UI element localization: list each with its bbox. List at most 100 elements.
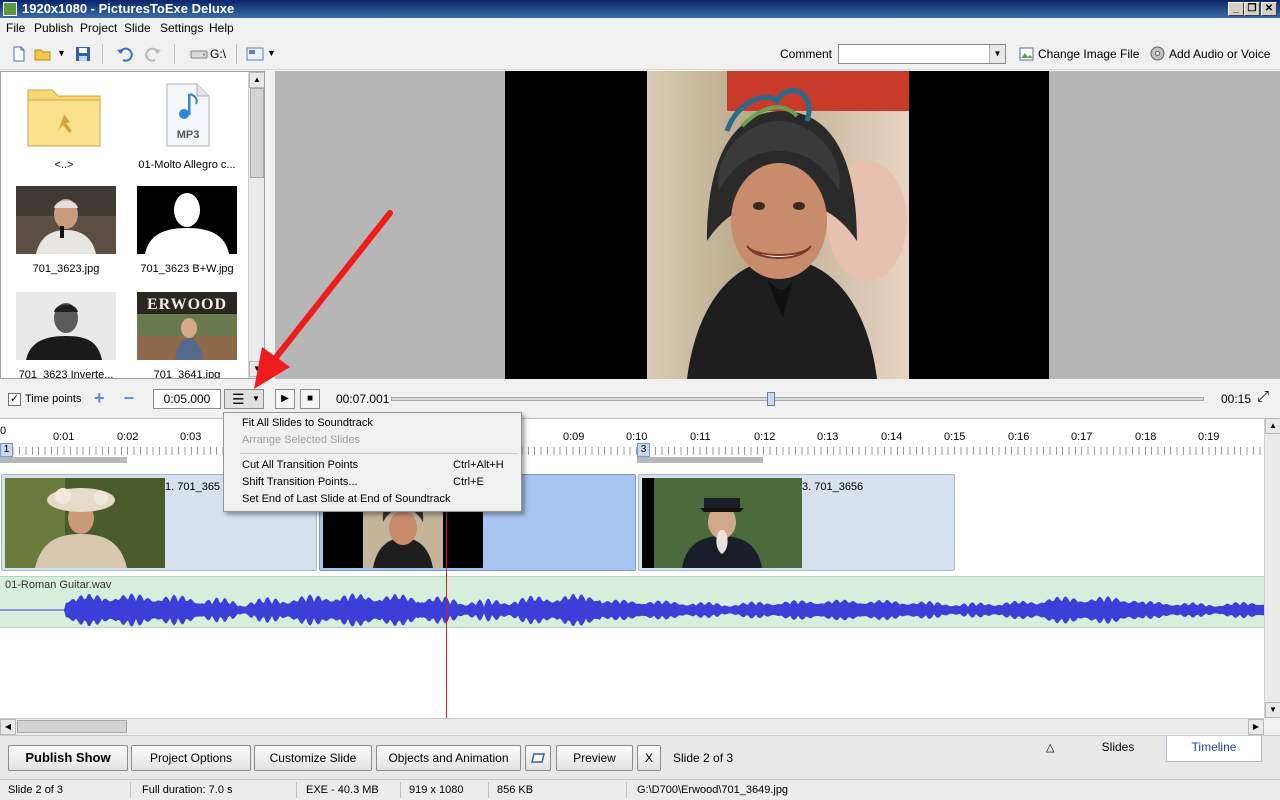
view-mode-dropdown-icon[interactable]: ▼ (267, 48, 276, 58)
menu-project[interactable]: Project (80, 21, 117, 35)
tab-slides[interactable]: Slides (1071, 736, 1165, 762)
slide-marker[interactable]: 1 (0, 443, 13, 457)
ruler-tick: 0:16 (1008, 431, 1030, 443)
preview-canvas (505, 71, 1049, 379)
subtract-time-icon[interactable]: – (124, 387, 134, 408)
position-slider[interactable] (391, 392, 1204, 406)
fullscreen-icon[interactable]: ⤢ (1257, 388, 1269, 405)
scroll-thumb[interactable] (250, 88, 264, 178)
ruler-tick: 0:17 (1071, 431, 1093, 443)
scroll-right-icon[interactable]: ▶ (1248, 719, 1264, 735)
status-slide: Slide 2 of 3 (8, 784, 64, 796)
ruler-tick: 0:12 (754, 431, 776, 443)
timeline-hscrollbar[interactable]: ◀ ▶ (0, 718, 1264, 735)
app-icon (3, 2, 17, 16)
file-item-photo[interactable]: ERWOOD 701_3641.jpg (127, 292, 247, 378)
audio-track[interactable]: 01-Roman Guitar.wav (0, 576, 1264, 628)
slide-thumbnail (5, 478, 165, 568)
restore-button[interactable]: ❐ (1244, 2, 1260, 16)
slider-thumb[interactable] (766, 392, 775, 406)
objects-animation-button[interactable]: Objects and Animation (376, 745, 521, 771)
collapse-arrow-icon[interactable]: △ (1046, 741, 1054, 754)
drive-icon[interactable] (190, 45, 208, 63)
preview-image (647, 71, 909, 379)
ruler-tick: 0:03 (180, 431, 202, 443)
save-icon[interactable] (74, 45, 92, 63)
comment-label: Comment (780, 47, 833, 61)
slide-title: 3. 701_3656 (802, 481, 864, 493)
menu-file[interactable]: File (6, 21, 25, 35)
redo-icon[interactable] (144, 45, 162, 63)
close-preview-button[interactable]: X (637, 745, 661, 771)
status-duration: Full duration: 7.0 s (142, 784, 233, 796)
undo-icon[interactable] (116, 45, 134, 63)
transition-bar (637, 457, 763, 463)
ruler-tick: 0:02 (117, 431, 139, 443)
slide-marker[interactable]: 3 (637, 443, 650, 457)
scroll-down-icon[interactable]: ▼ (1265, 702, 1280, 718)
toolbar: ▼ G:\ ▼ Comment ▼ Change Image File Add … (0, 38, 1280, 70)
drive-label[interactable]: G:\ (210, 47, 226, 61)
add-time-icon[interactable]: + (94, 388, 105, 409)
annotation-arrow (254, 210, 393, 389)
file-item-photo[interactable]: 701_3623.jpg (6, 186, 126, 275)
menu-item-set-end[interactable]: Set End of Last Slide at End of Soundtra… (242, 493, 451, 505)
folder-icon (27, 89, 101, 147)
file-item-label: 701_3623.jpg (32, 263, 100, 275)
open-dropdown-icon[interactable]: ▼ (57, 48, 66, 58)
menu-shortcut: Ctrl+Alt+H (453, 459, 504, 471)
file-item-mp3[interactable]: MP3 01-Molto Allegro c... (127, 80, 247, 171)
slide-3[interactable]: 3. 701_3656 (638, 474, 955, 571)
total-time: 00:15 (1221, 392, 1252, 406)
menu-help[interactable]: Help (209, 21, 234, 35)
menu-item-cut-transitions[interactable]: Cut All Transition Points (242, 459, 358, 471)
menu-item-arrange-slides: Arrange Selected Slides (242, 434, 361, 446)
publish-show-button[interactable]: Publish Show (8, 745, 128, 771)
ruler-tick: 0 (0, 425, 7, 437)
scroll-up-icon[interactable]: ▲ (1265, 418, 1280, 434)
menu-bar: File Publish Project Slide Settings Help (0, 18, 1280, 38)
tab-timeline[interactable]: Timeline (1166, 736, 1262, 762)
comment-combobox[interactable]: ▼ (838, 44, 1006, 64)
open-folder-icon[interactable] (34, 45, 52, 63)
ruler-tick: 0:15 (944, 431, 966, 443)
add-audio-button[interactable]: Add Audio or Voice (1169, 47, 1270, 61)
preview-button[interactable]: Preview (556, 745, 633, 771)
time-points-checkbox[interactable]: ✓ (8, 393, 21, 406)
close-window-button[interactable]: ✕ (1261, 2, 1277, 16)
minimize-button[interactable]: _ (1228, 2, 1244, 16)
status-file-path: G:\D700\Erwood\701_3649.jpg (637, 784, 789, 796)
menu-settings[interactable]: Settings (160, 21, 203, 35)
mp3-file-icon: MP3 (166, 83, 210, 147)
customize-slide-button[interactable]: Customize Slide (254, 745, 372, 771)
file-item-photo[interactable]: 701_3623 B+W.jpg (127, 186, 247, 275)
chevron-down-icon[interactable]: ▼ (989, 45, 1005, 63)
new-file-icon[interactable] (10, 45, 28, 63)
ruler-tick: 0:11 (690, 431, 711, 443)
photo-thumbnail (137, 186, 237, 254)
photo-thumbnail (16, 186, 116, 254)
menu-publish[interactable]: Publish (34, 21, 73, 35)
timeline-vscrollbar[interactable]: ▲ ▼ (1264, 418, 1280, 718)
change-image-button[interactable]: Change Image File (1038, 47, 1139, 61)
project-options-button[interactable]: Project Options (131, 745, 251, 771)
hscroll-thumb[interactable] (17, 720, 127, 733)
erwood-sign: ERWOOD (147, 296, 227, 313)
transition-bar (0, 457, 127, 463)
menu-item-fit-slides[interactable]: Fit All Slides to Soundtrack (242, 417, 373, 429)
slide-thumbnail (642, 478, 802, 568)
menu-shortcut: Ctrl+E (453, 476, 484, 488)
scroll-up-icon[interactable]: ▲ (249, 72, 264, 88)
menu-item-shift-transitions[interactable]: Shift Transition Points... (242, 476, 358, 488)
file-item-photo[interactable]: 701_3623 Inverte... (6, 292, 126, 378)
file-item-parent-folder[interactable]: <..> (4, 80, 124, 171)
menu-slide[interactable]: Slide (124, 21, 151, 35)
window-title: 1920x1080 - PicturesToExe Deluxe (22, 1, 235, 16)
slide-counter: Slide 2 of 3 (673, 751, 734, 765)
scroll-left-icon[interactable]: ◀ (0, 719, 16, 735)
status-file-size: 856 KB (497, 784, 534, 796)
view-mode-icon[interactable] (246, 45, 264, 63)
slide-view-icon[interactable] (525, 745, 551, 771)
title-bar: 1920x1080 - PicturesToExe Deluxe _ ❐ ✕ (0, 0, 1280, 18)
duration-input[interactable]: 0:05.000 (153, 389, 221, 409)
